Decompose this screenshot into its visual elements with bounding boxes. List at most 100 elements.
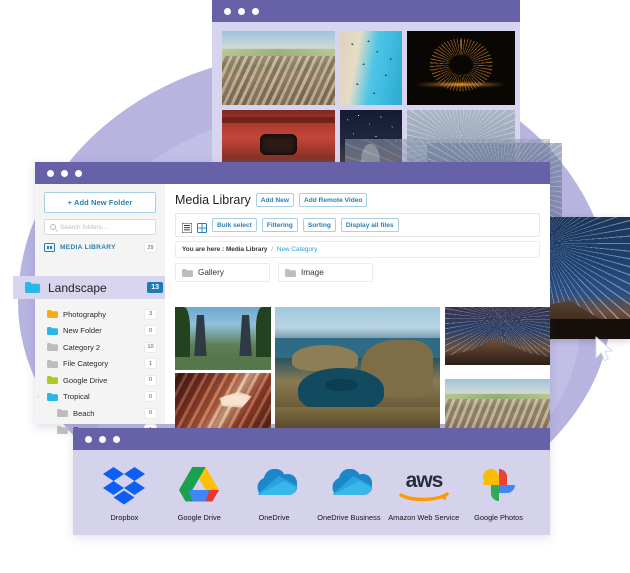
sidebar-folder-item[interactable]: Category 2 10 — [35, 339, 165, 356]
service-google-drive[interactable]: Google Drive — [162, 464, 237, 522]
svg-text:aws: aws — [405, 469, 442, 492]
breadcrumb-root[interactable]: Media Library — [226, 246, 268, 253]
sidebar-top: + Add New Folder Search folders... — [35, 192, 165, 235]
list-view-icon[interactable] — [181, 220, 193, 234]
folder-sidebar: + Add New Folder Search folders... MEDIA… — [13, 184, 173, 435]
media-library-window: + Add New Folder Search folders... MEDIA… — [13, 162, 550, 435]
service-label: Google Drive — [177, 512, 221, 522]
cloud-services-window: Dropbox Google Drive OneDrive OneDrive B… — [73, 428, 550, 535]
search-placeholder: Search folders... — [60, 223, 108, 231]
page-title: Media Library — [175, 193, 251, 207]
titlebar-library — [35, 162, 550, 184]
service-onedrive[interactable]: OneDrive — [237, 464, 312, 522]
folder-icon — [47, 310, 58, 319]
add-new-folder-button[interactable]: + Add New Folder — [44, 192, 156, 213]
sorting-button[interactable]: Sorting — [302, 218, 336, 232]
folder-list: Photography 3 New Folder 0 Category 2 10 File … — [35, 306, 165, 438]
window-dot-close[interactable] — [224, 7, 231, 15]
folder-count: 1 — [145, 359, 156, 369]
media-thumb-padar-island-bay[interactable] — [275, 307, 440, 435]
service-dropbox[interactable]: Dropbox — [87, 464, 162, 522]
breadcrumb-prefix: You are here : — [182, 246, 225, 253]
folder-icon — [47, 343, 58, 352]
service-label: Amazon Web Service — [388, 512, 460, 522]
media-thumb-aerial-village-autumn-2[interactable] — [445, 379, 550, 435]
mouse-pointer — [595, 336, 615, 362]
thumb-aerial-village-autumn[interactable] — [222, 31, 335, 105]
category-tab-gallery[interactable]: Gallery — [175, 263, 270, 282]
folder-label: File Category — [63, 359, 109, 369]
folder-icon — [47, 359, 58, 368]
folder-icon — [47, 376, 58, 385]
google-drive-icon — [179, 464, 220, 506]
service-label: OneDrive — [258, 512, 290, 522]
sidebar-folder-item[interactable]: New Folder 0 — [35, 323, 165, 340]
sidebar-folder-item[interactable]: Photography 3 — [35, 306, 165, 323]
folder-icon — [47, 392, 58, 401]
search-icon — [50, 224, 56, 230]
library-body: + Add New Folder Search folders... MEDIA… — [13, 184, 550, 435]
media-thumb-star-trails-mountain[interactable] — [445, 307, 550, 365]
service-label: Dropbox — [110, 512, 139, 522]
folder-label: Google Drive — [63, 375, 108, 385]
sidebar-folder-item[interactable]: › Tropical 0 — [35, 389, 165, 406]
sidebar-item-landscape[interactable]: Landscape 13 — [13, 276, 173, 299]
window-dot-close[interactable] — [47, 169, 54, 177]
window-dot-minimize[interactable] — [61, 169, 68, 177]
breadcrumb-current[interactable]: New Category — [277, 246, 318, 253]
window-dot-minimize[interactable] — [99, 435, 106, 443]
folder-icon — [25, 282, 40, 293]
chevron-right-icon[interactable]: › — [35, 394, 42, 400]
titlebar-cloud — [73, 428, 550, 450]
thumb-light-painting-spiral[interactable] — [407, 31, 515, 105]
display-all-files-button[interactable]: Display all files — [340, 218, 399, 232]
folder-count: 0 — [145, 408, 156, 418]
service-label: Google Photos — [474, 512, 523, 522]
breadcrumb-separator: / — [271, 246, 274, 253]
titlebar-photos — [212, 0, 520, 22]
sidebar-item-media-library[interactable]: MEDIA LIBRARY 29 — [35, 243, 165, 252]
window-dot-maximize[interactable] — [113, 435, 120, 443]
media-grid — [175, 307, 550, 435]
filtering-button[interactable]: Filtering — [261, 218, 298, 232]
search-folders-input[interactable]: Search folders... — [44, 219, 156, 235]
media-library-label: MEDIA LIBRARY — [60, 244, 116, 251]
sidebar-folder-item[interactable]: File Category 1 — [35, 356, 165, 373]
folder-icon — [57, 425, 68, 434]
folder-count: 10 — [145, 342, 156, 352]
library-toolbar: Bulk select Filtering Sorting Display al… — [175, 213, 540, 237]
category-tab-image[interactable]: Image — [278, 263, 373, 282]
window-dot-minimize[interactable] — [238, 7, 245, 15]
service-label: OneDrive Business — [317, 512, 381, 522]
add-new-button[interactable]: Add New — [255, 193, 294, 207]
library-header: Media Library Add New Add Remote Video — [165, 184, 550, 207]
onedrive-icon — [251, 464, 298, 506]
category-tab-label: Image — [301, 268, 324, 277]
media-thumb-antelope-canyon[interactable] — [175, 373, 271, 435]
folder-label: New Folder — [63, 326, 102, 336]
folder-icon — [57, 409, 68, 418]
google-photos-icon — [480, 464, 518, 506]
window-dot-maximize[interactable] — [75, 169, 82, 177]
aws-icon: aws — [395, 464, 453, 506]
media-library-count: 29 — [145, 243, 156, 252]
window-dot-maximize[interactable] — [252, 7, 259, 15]
dropbox-icon — [103, 464, 146, 506]
service-google-photos[interactable]: Google Photos — [461, 464, 536, 522]
sidebar-folder-item[interactable]: Google Drive 0 — [35, 372, 165, 389]
folder-count: 0 — [145, 326, 156, 336]
landscape-label: Landscape — [48, 280, 107, 295]
window-dot-close[interactable] — [85, 435, 92, 443]
sidebar-folder-item[interactable]: Beach 0 — [35, 405, 165, 422]
folder-label: Tropical — [63, 392, 90, 402]
media-thumb-bali-temple-gate[interactable] — [175, 307, 271, 370]
folder-icon — [47, 326, 58, 335]
folder-count: 0 — [145, 375, 156, 385]
grid-view-icon[interactable] — [197, 220, 207, 233]
service-amazon-web-service[interactable]: aws Amazon Web Service — [386, 464, 461, 522]
service-onedrive-business[interactable]: OneDrive Business — [311, 464, 386, 522]
library-main-panel: Media Library Add New Add Remote Video B… — [165, 184, 550, 435]
thumb-beach-aerial-turquoise[interactable] — [340, 31, 402, 105]
add-remote-video-button[interactable]: Add Remote Video — [298, 193, 368, 207]
bulk-select-button[interactable]: Bulk select — [212, 218, 257, 232]
